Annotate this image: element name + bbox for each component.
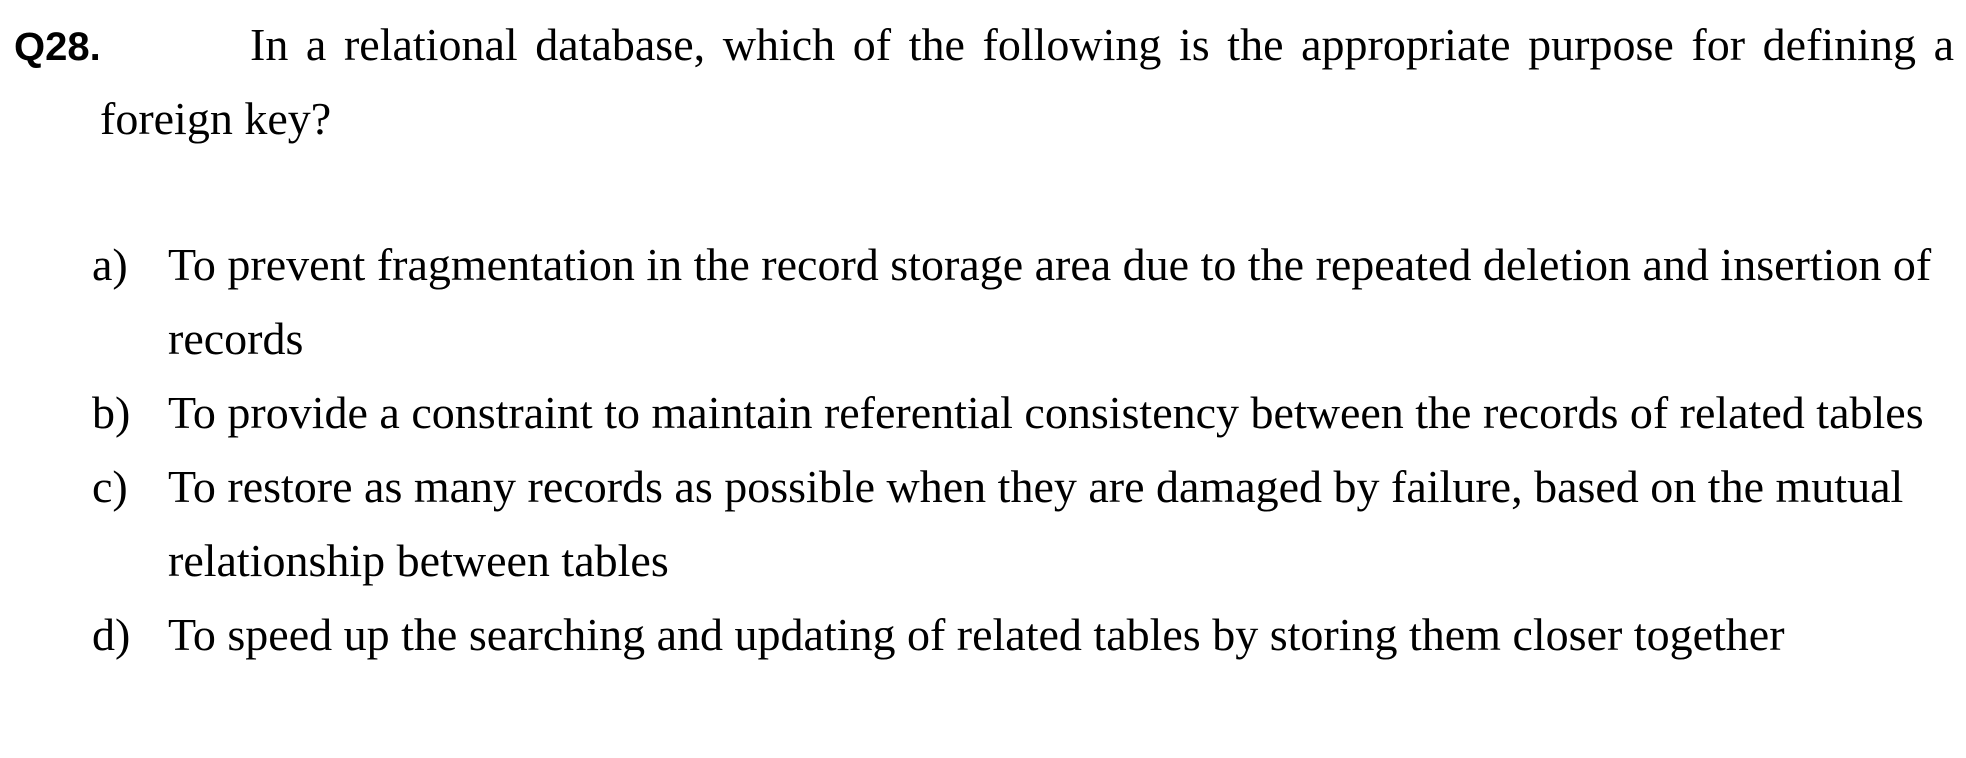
option-letter: b) [92, 387, 131, 438]
option-letter: a) [92, 239, 128, 290]
answer-options: a) To prevent fragmentation in the recor… [92, 228, 1954, 672]
option-c[interactable]: c) To restore as many records as possibl… [92, 450, 1954, 598]
question-text: In a relational database, which of the f… [100, 19, 1954, 144]
option-text: To restore as many records as possible w… [168, 461, 1904, 586]
option-text: To speed up the searching and updating o… [168, 609, 1785, 660]
option-text: To provide a constraint to maintain refe… [168, 387, 1924, 438]
question-header: Q28. In a relational database, which of … [14, 8, 1954, 156]
option-d[interactable]: d) To speed up the searching and updatin… [92, 598, 1954, 672]
option-letter: d) [92, 609, 131, 660]
option-letter: c) [92, 461, 128, 512]
option-text: To prevent fragmentation in the record s… [168, 239, 1932, 364]
option-a[interactable]: a) To prevent fragmentation in the recor… [92, 228, 1954, 376]
question-block: Q28. In a relational database, which of … [14, 8, 1954, 156]
option-b[interactable]: b) To provide a constraint to maintain r… [92, 376, 1954, 450]
